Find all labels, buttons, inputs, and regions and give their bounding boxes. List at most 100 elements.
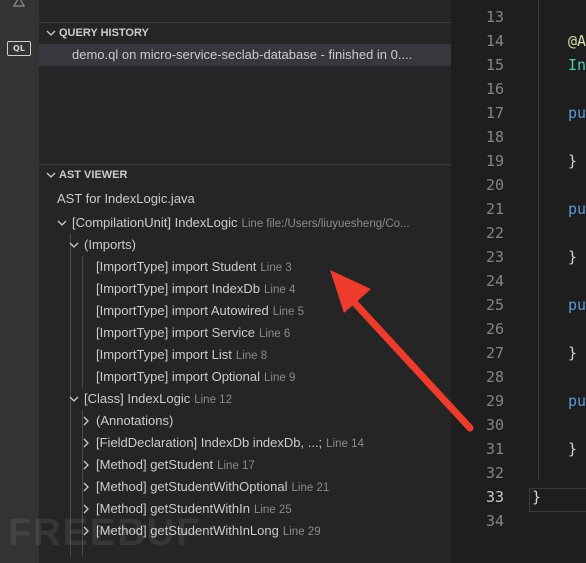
ast-node-label: (Imports) xyxy=(84,237,136,252)
chevron-right-icon[interactable] xyxy=(80,459,92,471)
line-number: 14 xyxy=(485,32,504,50)
code-line: pu xyxy=(568,200,586,218)
code-line: } xyxy=(568,344,578,362)
ast-node[interactable]: [ImportType] import Student Line 3 xyxy=(39,256,451,278)
ast-node-detail: Line 6 xyxy=(258,328,291,340)
line-number: 27 xyxy=(485,344,504,362)
ast-node-label: [ImportType] import List xyxy=(96,347,232,362)
chevron-down-icon xyxy=(46,172,56,178)
ast-node-text: [ImportType] import Autowired Line 5 xyxy=(96,300,304,323)
ast-node-text: [ImportType] import Optional Line 9 xyxy=(96,366,295,389)
ast-node-detail: Line 12 xyxy=(194,394,232,406)
ast-node[interactable]: (Imports) xyxy=(39,234,451,256)
line-number: 18 xyxy=(485,128,504,146)
ast-root-label: AST for IndexLogic.java xyxy=(39,188,451,210)
ast-node-text: [ImportType] import Student Line 3 xyxy=(96,256,292,279)
chevron-down-icon xyxy=(46,30,56,36)
ast-node-label: (Annotations) xyxy=(96,413,174,428)
line-number: 19 xyxy=(485,152,504,170)
ast-node-label: [Class] IndexLogic xyxy=(84,391,191,406)
ast-node[interactable]: [ImportType] import Optional Line 9 xyxy=(39,366,451,388)
ast-node-detail: Line file:/Users/liuyuesheng/Co... xyxy=(241,218,410,230)
ast-viewer-header[interactable]: AST VIEWER xyxy=(39,164,451,186)
ast-node-label: [ImportType] import Autowired xyxy=(96,303,269,318)
line-number: 23 xyxy=(485,248,504,266)
ast-node-detail: Line 29 xyxy=(282,526,321,538)
ast-node-detail: Line 9 xyxy=(264,372,296,384)
line-number: 16 xyxy=(485,80,504,98)
ast-node-text: [ImportType] import Service Line 6 xyxy=(96,322,290,345)
indent-guide xyxy=(538,0,539,480)
code-line: In xyxy=(568,56,586,74)
ast-node-text: [FieldDeclaration] IndexDb indexDb, ...;… xyxy=(96,432,364,455)
watermark-logo: FREEBUF xyxy=(8,512,202,554)
ast-node-label: [Method] getStudent xyxy=(96,457,214,472)
chevron-down-icon[interactable] xyxy=(56,217,68,229)
codeql-icon[interactable]: QL xyxy=(7,41,31,56)
code-line: } xyxy=(568,440,578,458)
line-number: 28 xyxy=(485,368,504,386)
code-line: pu xyxy=(568,104,586,122)
line-number: 26 xyxy=(485,320,504,338)
query-history-item[interactable]: demo.ql on micro-service-seclab-database… xyxy=(39,44,451,66)
line-number: 30 xyxy=(485,416,504,434)
ast-node-label: [ImportType] import Student xyxy=(96,259,257,274)
ast-node-label: [CompilationUnit] IndexLogic xyxy=(72,215,238,230)
chevron-right-icon[interactable] xyxy=(80,437,92,449)
ast-node-detail: Line 14 xyxy=(326,438,364,450)
line-number: 21 xyxy=(485,200,504,218)
ast-node[interactable]: [ImportType] import IndexDb Line 4 xyxy=(39,278,451,300)
ast-node-detail: Line 17 xyxy=(217,460,255,472)
code-line: } xyxy=(532,488,542,506)
line-number: 24 xyxy=(485,272,504,290)
ast-node-label: [ImportType] import IndexDb xyxy=(96,281,261,296)
ast-node[interactable]: [Method] getStudentWithOptional Line 21 xyxy=(39,476,451,498)
ast-node-text: [CompilationUnit] IndexLogic Line file:/U… xyxy=(72,212,410,235)
ast-node[interactable]: [ImportType] import Service Line 6 xyxy=(39,322,451,344)
line-number: 32 xyxy=(485,464,504,482)
line-number: 17 xyxy=(485,104,504,122)
ast-node[interactable]: [ImportType] import List Line 8 xyxy=(39,344,451,366)
ast-viewer-title: AST VIEWER xyxy=(59,169,128,181)
code-line: pu xyxy=(568,392,586,410)
ast-root-text: AST for IndexLogic.java xyxy=(57,191,195,206)
line-number: 22 xyxy=(485,224,504,242)
ast-node-text: [ImportType] import IndexDb Line 4 xyxy=(96,278,295,301)
ast-node-label: [FieldDeclaration] IndexDb indexDb, ...; xyxy=(96,435,323,450)
sidebar: QUERY HISTORY demo.ql on micro-service-s… xyxy=(39,0,451,563)
code-line: pu xyxy=(568,296,586,314)
ast-node-text: [ImportType] import List Line 8 xyxy=(96,344,267,367)
chevron-down-icon[interactable] xyxy=(68,393,80,405)
ast-node-detail: Line 3 xyxy=(260,262,292,274)
ast-node[interactable]: [ImportType] import Autowired Line 5 xyxy=(39,300,451,322)
query-history-item-label: demo.ql on micro-service-seclab-database… xyxy=(72,47,413,62)
line-number: 20 xyxy=(485,176,504,194)
chevron-down-icon[interactable] xyxy=(68,239,80,251)
code-editor[interactable]: 13 14 15 16 17 18 19 20 21 22 23 24 25 26 27 28 29 30 31 32… xyxy=(451,0,586,563)
ast-node-detail: Line 4 xyxy=(264,284,296,296)
ast-node-detail: Line 8 xyxy=(235,350,268,362)
query-history-header[interactable]: QUERY HISTORY xyxy=(39,22,451,44)
code-line: } xyxy=(568,152,578,170)
ast-node[interactable]: [CompilationUnit] IndexLogic Line file:/U… xyxy=(39,212,451,234)
ast-node-detail: Line 5 xyxy=(272,306,305,318)
line-number: 31 xyxy=(485,440,504,458)
ast-node-text: (Annotations) xyxy=(96,410,173,432)
line-number: 33 xyxy=(485,488,504,506)
line-number: 29 xyxy=(485,392,504,410)
code-line: } xyxy=(568,248,578,266)
chevron-right-icon[interactable] xyxy=(80,415,92,427)
ast-node-text: [Method] getStudentWithOptional Line 21 xyxy=(96,476,329,499)
search-icon[interactable] xyxy=(6,0,32,12)
ast-node[interactable]: [FieldDeclaration] IndexDb indexDb, ...;… xyxy=(39,432,451,454)
ast-node-label: [ImportType] import Optional xyxy=(96,369,261,384)
chevron-right-icon[interactable] xyxy=(80,481,92,493)
ast-node[interactable]: [Method] getStudent Line 17 xyxy=(39,454,451,476)
ast-node-text: [Method] getStudent Line 17 xyxy=(96,454,255,477)
ast-node[interactable]: (Annotations) xyxy=(39,410,451,432)
ast-node[interactable]: [Class] IndexLogic Line 12 xyxy=(39,388,451,410)
code-line: @A xyxy=(568,32,586,50)
line-number: 34 xyxy=(485,512,504,530)
query-history-title: QUERY HISTORY xyxy=(59,27,149,39)
ast-node-text: (Imports) xyxy=(84,234,136,256)
